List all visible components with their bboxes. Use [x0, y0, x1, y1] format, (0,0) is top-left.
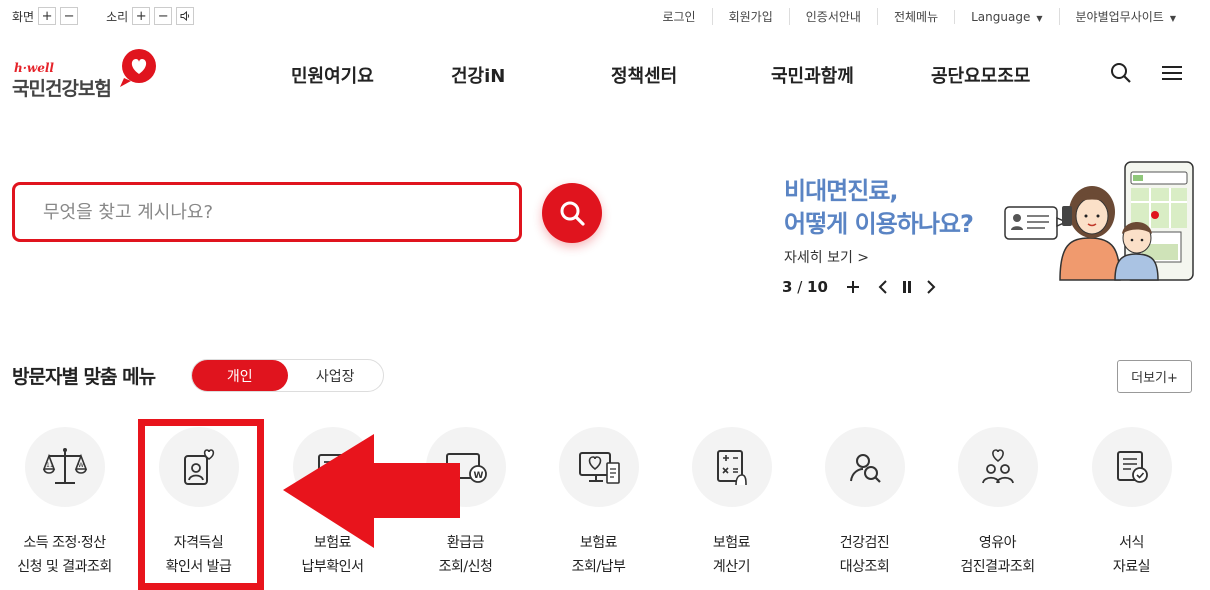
search-input[interactable]	[15, 185, 519, 239]
banner-more-link[interactable]: 자세히 보기 >	[784, 247, 869, 267]
logo-text: 국민건강보험	[12, 78, 112, 100]
more-button[interactable]: 더보기+	[1117, 360, 1192, 393]
menu-item-health-checkup[interactable]: 건강검진 대상조회	[798, 427, 931, 579]
pause-icon[interactable]	[902, 281, 912, 293]
menu-item-premium-calculator[interactable]: 보험료 계산기	[665, 427, 798, 579]
svg-text:W: W	[473, 471, 483, 481]
nav-civil-service[interactable]: 민원여기요	[291, 62, 374, 88]
family-heart-icon	[981, 449, 1014, 484]
pointer-arrow-icon	[283, 434, 460, 548]
login-link[interactable]: 로그인	[646, 8, 711, 25]
document-check-icon	[1116, 451, 1148, 483]
menu-item-premium-payment[interactable]: 보험료 조회/납부	[532, 427, 665, 579]
nav-corporation-info[interactable]: 공단요모조모	[931, 62, 1030, 88]
calculator-icon	[716, 450, 747, 486]
search-icon	[560, 201, 585, 226]
tab-personal[interactable]: 개인	[192, 360, 288, 391]
utility-bar: 화면 + − 소리 + − 로그인 회원가입 인증서안내 전체메뉴 Langua…	[0, 0, 1210, 34]
caret-down-icon: ▼	[1169, 14, 1176, 23]
full-menu-link[interactable]: 전체메뉴	[876, 8, 954, 25]
speaker-icon[interactable]	[176, 7, 195, 25]
section-title: 방문자별 맞춤 메뉴	[12, 366, 156, 388]
search-button[interactable]	[542, 183, 602, 243]
search-box	[12, 182, 522, 242]
next-slide-icon[interactable]	[926, 280, 936, 294]
hamburger-menu-icon[interactable]	[1162, 64, 1182, 82]
logo-eng: h·well	[14, 61, 54, 75]
signup-link[interactable]: 회원가입	[711, 8, 789, 25]
screen-size-label: 화면	[12, 9, 35, 24]
screen-zoom-in-button[interactable]: +	[38, 7, 57, 25]
banner-controls: 3 / 10	[782, 278, 936, 296]
telemedicine-illustration	[1004, 161, 1194, 281]
tab-business[interactable]: 사업장	[288, 360, 384, 391]
svg-text:W: W	[78, 462, 84, 469]
svg-text:11: 11	[46, 462, 54, 469]
highlight-box	[138, 419, 264, 590]
language-select[interactable]: Language ▼	[954, 9, 1058, 24]
sound-down-button[interactable]: −	[154, 7, 173, 25]
person-search-icon	[849, 454, 881, 483]
banner-title[interactable]: 비대면진료, 어떻게 이용하나요?	[784, 175, 974, 241]
menu-item-forms-library[interactable]: 서식 자료실	[1065, 427, 1198, 579]
nav-with-citizens[interactable]: 국민과함께	[771, 62, 854, 88]
plus-icon[interactable]	[846, 280, 860, 294]
screen-zoom-out-button[interactable]: −	[60, 7, 79, 25]
nav-policy-center[interactable]: 정책센터	[611, 62, 677, 88]
accessibility-controls: 화면 + − 소리 + −	[12, 7, 195, 25]
certificate-guide-link[interactable]: 인증서안내	[788, 8, 877, 25]
logo[interactable]: h·well 국민건강보험	[12, 48, 162, 100]
monitor-heart-icon	[578, 452, 620, 484]
sites-select[interactable]: 분야별업무사이트 ▼	[1058, 8, 1192, 25]
prev-slide-icon[interactable]	[878, 280, 888, 294]
nav-health-in[interactable]: 건강iN	[451, 62, 505, 88]
top-links: 로그인 회원가입 인증서안내 전체메뉴 Language ▼ 분야별업무사이트 ▼	[646, 8, 1192, 25]
heart-logo-icon	[120, 49, 156, 87]
scale-icon: 11 W	[42, 448, 87, 484]
slide-counter: 3 / 10	[782, 278, 828, 296]
visitor-type-toggle: 개인 사업장	[191, 359, 384, 392]
caret-down-icon: ▼	[1036, 13, 1043, 23]
search-icon[interactable]	[1110, 62, 1132, 84]
sound-up-button[interactable]: +	[132, 7, 151, 25]
menu-item-infant-checkup[interactable]: 영유아 검진결과조회	[931, 427, 1064, 579]
sound-label: 소리	[106, 9, 129, 24]
menu-item-income-adjust[interactable]: 11 W 소득 조정·정산 신청 및 결과조회	[0, 427, 131, 579]
